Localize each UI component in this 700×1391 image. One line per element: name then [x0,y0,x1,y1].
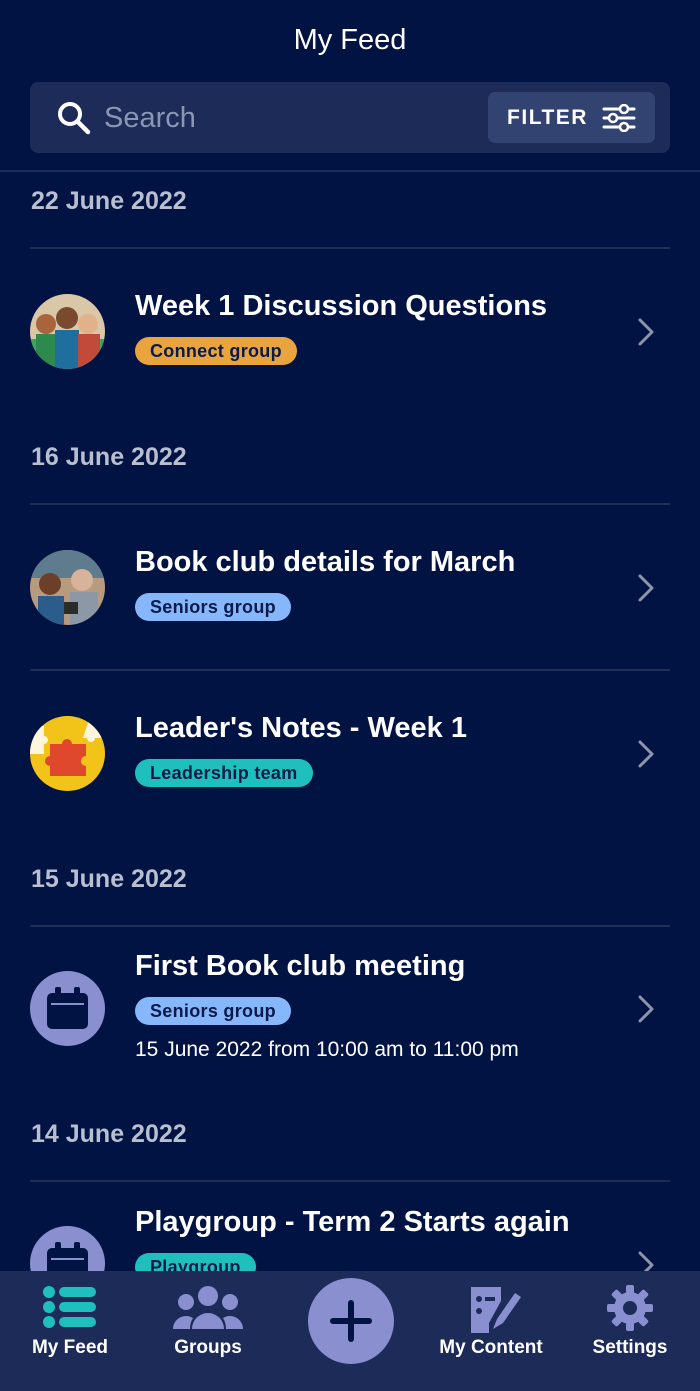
group-tag: Seniors group [135,593,291,621]
filter-label: FILTER [507,105,588,129]
chevron-right-icon [638,995,654,1023]
people-icon [173,1286,243,1329]
feed-item[interactable]: Week 1 Discussion Questions Connect grou… [0,270,700,400]
puzzle-avatar [30,716,105,791]
event-avatar [30,971,105,1046]
chevron-right-icon [638,740,654,768]
chevron-right-icon [638,1251,654,1271]
search-bar[interactable]: FILTER [30,82,670,153]
list-icon [43,1286,96,1328]
date-header: 22 June 2022 [31,187,187,215]
calendar-icon [47,1242,88,1271]
item-title: First Book club meeting [135,950,466,982]
date-header: 15 June 2022 [31,865,187,893]
divider [30,503,670,505]
header: My Feed FILTER [0,0,700,172]
nav-my-feed[interactable]: My Feed [20,1271,120,1391]
group-photo-avatar [30,294,105,369]
plus-icon [330,1300,372,1342]
filter-button[interactable]: FILTER [488,92,655,143]
divider [30,925,670,927]
item-title: Playgroup - Term 2 Starts again [135,1206,570,1238]
nav-label: Groups [174,1337,242,1358]
nav-settings[interactable]: Settings [580,1271,680,1391]
date-header: 14 June 2022 [31,1120,187,1148]
item-title: Leader's Notes - Week 1 [135,712,467,744]
item-title: Week 1 Discussion Questions [135,290,548,322]
gear-icon [607,1285,653,1331]
feed-item[interactable]: Playgroup - Term 2 Starts again Playgrou… [0,1204,700,1271]
chevron-right-icon [638,318,654,346]
seniors-photo-avatar [30,550,105,625]
group-tag: Playgroup [135,1253,256,1271]
nav-label: My Content [439,1337,543,1358]
chevron-right-icon [638,574,654,602]
feed-item[interactable]: Book club details for March Seniors grou… [0,526,700,656]
feed-item[interactable]: First Book club meeting Seniors group 15… [0,948,700,1078]
event-time: 15 June 2022 from 10:00 am to 11:00 pm [135,1038,519,1061]
page-title: My Feed [293,24,407,56]
item-title: Book club details for March [135,546,516,578]
nav-label: Settings [592,1337,668,1358]
group-tag: Connect group [135,337,297,365]
app-root: My Feed FILTER 22 June 2022 [0,0,700,1391]
date-header: 16 June 2022 [31,443,187,471]
divider [30,247,670,249]
divider [30,669,670,671]
feed-item[interactable]: Leader's Notes - Week 1 Leadership team [0,692,700,822]
header-divider [0,170,700,172]
calendar-icon [47,987,88,1029]
group-tag: Leadership team [135,759,313,787]
sliders-icon [602,103,636,132]
edit-document-icon [471,1287,521,1333]
divider [30,1180,670,1182]
search-input[interactable] [104,96,484,140]
add-button[interactable] [308,1278,394,1364]
search-icon [58,102,91,135]
group-tag: Seniors group [135,997,291,1025]
nav-label: My Feed [31,1337,109,1358]
nav-groups[interactable]: Groups [158,1271,258,1391]
nav-my-content[interactable]: My Content [430,1271,552,1391]
event-avatar [30,1226,105,1271]
